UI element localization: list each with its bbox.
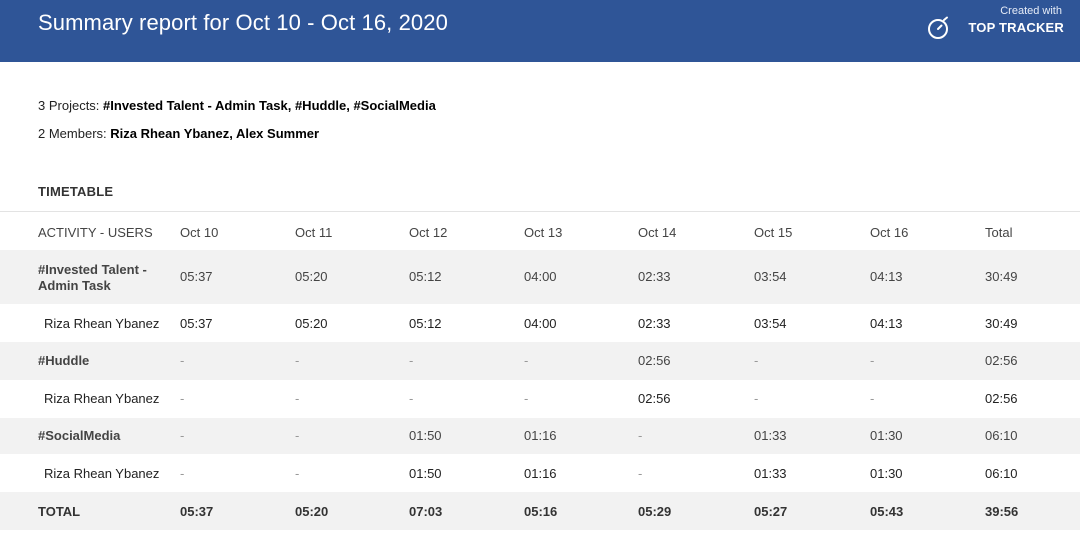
time-cell: - [524, 391, 529, 406]
time-cell: 02:56 [638, 353, 671, 368]
time-cell: 01:33 [754, 428, 787, 443]
projects-prefix: 3 Projects: [38, 98, 104, 113]
column-header-oct12: Oct 12 [409, 225, 448, 240]
time-cell: - [180, 466, 185, 481]
time-cell: 05:20 [295, 269, 328, 284]
column-header-activity: ACTIVITY - USERS [38, 225, 153, 240]
time-cell: 05:12 [409, 316, 442, 331]
total-time-cell: 05:29 [638, 504, 672, 519]
time-cell: - [295, 466, 300, 481]
time-cell: 02:33 [638, 316, 671, 331]
table-header-row: ACTIVITY - USERS Oct 10 Oct 11 Oct 12 Oc… [0, 212, 1080, 250]
total-cell: 02:56 [985, 391, 1018, 406]
member-name: Riza Rhean Ybanez [44, 466, 160, 481]
grand-total-cell: 39:56 [985, 504, 1019, 519]
report-title: Summary report for Oct 10 - Oct 16, 2020 [38, 10, 448, 35]
time-cell: - [870, 391, 875, 406]
total-time-cell: 05:20 [295, 504, 329, 519]
time-cell: 03:54 [754, 316, 787, 331]
time-cell: - [870, 353, 875, 368]
total-time-cell: 05:16 [524, 504, 558, 519]
time-cell: - [638, 428, 643, 443]
time-cell: - [754, 353, 759, 368]
column-header-oct11: Oct 11 [295, 225, 333, 240]
time-cell: 01:50 [409, 428, 442, 443]
timetable-title: TIMETABLE [38, 184, 114, 199]
time-cell: 01:16 [524, 428, 557, 443]
stopwatch-icon [928, 16, 948, 39]
member-name: Riza Rhean Ybanez [44, 316, 160, 331]
time-cell: 04:13 [870, 316, 903, 331]
column-header-total: Total [985, 225, 1013, 240]
column-header-oct10: Oct 10 [180, 225, 219, 240]
time-cell: 01:30 [870, 428, 903, 443]
time-cell: 05:37 [180, 269, 213, 284]
time-cell: 04:00 [524, 316, 557, 331]
time-cell: 01:33 [754, 466, 787, 481]
time-cell: - [409, 353, 414, 368]
total-time-cell: 05:43 [870, 504, 904, 519]
time-cell: 05:12 [409, 269, 442, 284]
table-row-project: #Invested Talent - Admin Task 05:37 05:2… [0, 250, 1080, 304]
project-name: #Huddle [38, 353, 90, 368]
time-cell: - [524, 353, 529, 368]
time-cell: 05:20 [295, 316, 328, 331]
total-time-cell: 05:27 [754, 504, 788, 519]
projects-summary: 3 Projects: #Invested Talent - Admin Tas… [38, 98, 436, 113]
total-time-cell: 05:37 [180, 504, 214, 519]
column-header-oct13: Oct 13 [524, 225, 563, 240]
column-header-oct16: Oct 16 [870, 225, 909, 240]
project-name: #Invested Talent - Admin Task [38, 262, 147, 294]
brand-logo[interactable]: Created with TOP TRACKER [924, 5, 1064, 45]
brand-name: TOP TRACKER [968, 20, 1064, 35]
member-name: Riza Rhean Ybanez [44, 391, 160, 406]
table-row-user: Riza Rhean Ybanez - - - - 02:56 - - 02:5… [0, 380, 1080, 418]
total-cell: 06:10 [985, 466, 1018, 481]
time-cell: 01:30 [870, 466, 903, 481]
time-cell: - [295, 353, 300, 368]
projects-list: #Invested Talent - Admin Task, #Huddle, … [103, 98, 436, 113]
time-cell: - [754, 391, 759, 406]
time-cell: - [180, 391, 185, 406]
time-cell: 01:16 [524, 466, 557, 481]
time-cell: - [295, 391, 300, 406]
total-label: TOTAL [38, 504, 81, 519]
time-cell: - [409, 391, 414, 406]
total-cell: 30:49 [985, 269, 1018, 284]
table-row-project: #SocialMedia - - 01:50 01:16 - 01:33 01:… [0, 418, 1080, 454]
total-cell: 30:49 [985, 316, 1018, 331]
time-cell: - [180, 353, 185, 368]
brand-caption: Created with [1000, 5, 1062, 17]
members-list: Riza Rhean Ybanez, Alex Summer [110, 126, 320, 141]
total-cell: 02:56 [985, 353, 1018, 368]
total-cell: 06:10 [985, 428, 1018, 443]
time-cell: 02:56 [638, 391, 671, 406]
members-summary: 2 Members: Riza Rhean Ybanez, Alex Summe… [38, 126, 319, 141]
table-row-user: Riza Rhean Ybanez 05:37 05:20 05:12 04:0… [0, 304, 1080, 342]
table-row-total: TOTAL 05:37 05:20 07:03 05:16 05:29 05:2… [0, 492, 1080, 530]
time-cell: 03:54 [754, 269, 787, 284]
report-header: Summary report for Oct 10 - Oct 16, 2020… [0, 0, 1080, 62]
project-name-line-2: Admin Task [38, 278, 111, 293]
time-cell: 04:00 [524, 269, 557, 284]
table-row-project: #Huddle - - - - 02:56 - - 02:56 [0, 342, 1080, 380]
column-header-oct14: Oct 14 [638, 225, 677, 240]
time-cell: 05:37 [180, 316, 213, 331]
column-header-oct15: Oct 15 [754, 225, 793, 240]
time-cell: 01:50 [409, 466, 442, 481]
project-name-line-1: #Invested Talent - [38, 262, 147, 277]
project-name: #SocialMedia [38, 428, 121, 443]
time-cell: 04:13 [870, 269, 903, 284]
total-time-cell: 07:03 [409, 504, 443, 519]
time-cell: 02:33 [638, 269, 671, 284]
time-cell: - [638, 466, 643, 481]
time-cell: - [295, 428, 300, 443]
table-row-user: Riza Rhean Ybanez - - 01:50 01:16 - 01:3… [0, 454, 1080, 492]
time-cell: - [180, 428, 185, 443]
members-prefix: 2 Members: [38, 126, 111, 141]
